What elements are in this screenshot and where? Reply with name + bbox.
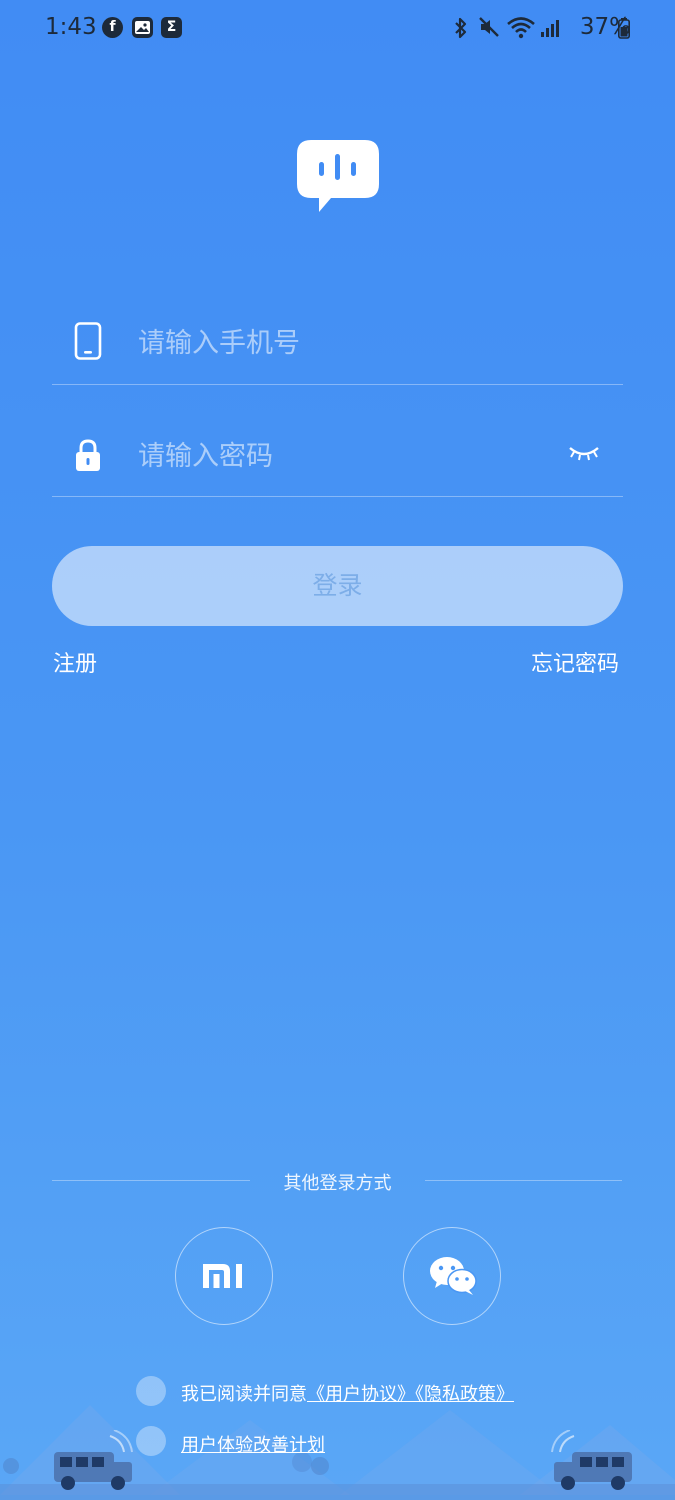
privacy-policy-link[interactable]: 《隐私政策》 bbox=[415, 1384, 514, 1405]
app-logo-icon bbox=[297, 140, 379, 212]
experience-plan-checkbox[interactable] bbox=[136, 1426, 166, 1456]
wechat-icon bbox=[430, 1257, 477, 1295]
agreement-text: 我已阅读并同意《用户协议》《隐私政策》 bbox=[181, 1380, 514, 1406]
login-button[interactable]: 登录 bbox=[52, 546, 623, 626]
sigma-app-icon: Σ bbox=[161, 17, 182, 38]
signal-icon bbox=[541, 20, 559, 37]
facebook-icon: f bbox=[102, 17, 123, 38]
mute-icon bbox=[479, 17, 499, 37]
xiaomi-icon bbox=[203, 1264, 242, 1288]
agreement-checkbox[interactable] bbox=[136, 1376, 166, 1406]
status-time: 1:43 bbox=[45, 14, 97, 40]
password-input[interactable] bbox=[138, 431, 538, 481]
other-login-label: 其他登录方式 bbox=[283, 1173, 392, 1194]
experience-plan-text: 用户体验改善计划 bbox=[181, 1431, 325, 1457]
bluetooth-icon bbox=[455, 17, 467, 39]
eye-closed-icon[interactable] bbox=[568, 444, 600, 462]
status-bar: 1:43 f Σ 37% bbox=[0, 0, 675, 56]
phone-input[interactable] bbox=[138, 318, 538, 368]
van-right-icon bbox=[551, 1430, 632, 1490]
phone-field-row bbox=[52, 272, 623, 385]
experience-plan-link[interactable]: 用户体验改善计划 bbox=[181, 1435, 325, 1456]
wechat-login-button[interactable] bbox=[403, 1227, 501, 1325]
phone-icon bbox=[74, 322, 102, 360]
lock-icon bbox=[76, 439, 100, 471]
xiaomi-login-button[interactable] bbox=[175, 1227, 273, 1325]
password-field-row bbox=[52, 384, 623, 497]
wifi-icon bbox=[507, 17, 535, 39]
forgot-password-link[interactable]: 忘记密码 bbox=[531, 646, 619, 678]
battery-icon bbox=[618, 18, 630, 39]
van-left-icon bbox=[54, 1430, 133, 1490]
user-agreement-link[interactable]: 《用户协议》 bbox=[307, 1384, 415, 1405]
register-link[interactable]: 注册 bbox=[53, 646, 97, 678]
agreement-prefix: 我已阅读并同意 bbox=[181, 1384, 307, 1405]
gallery-icon bbox=[132, 17, 153, 38]
